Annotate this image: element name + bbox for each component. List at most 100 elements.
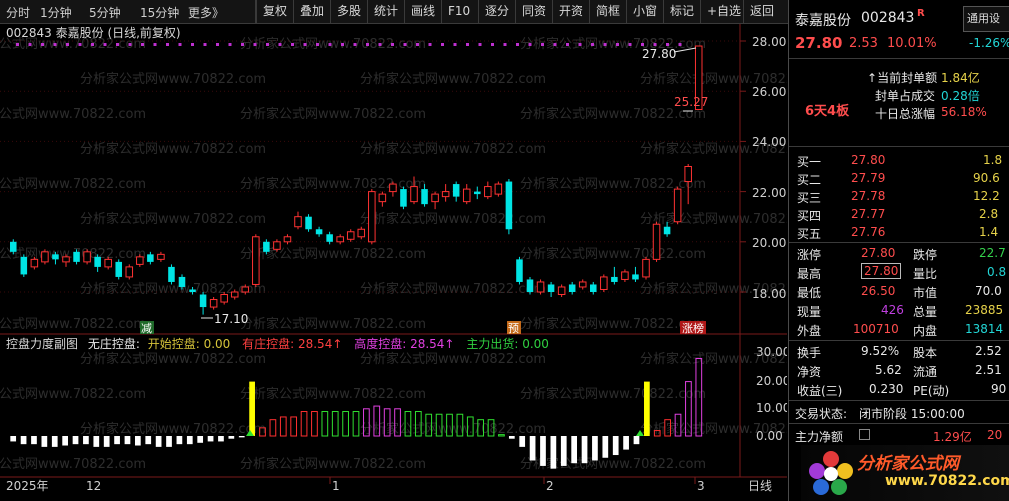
by-minute-button[interactable]: 逐分: [478, 0, 515, 23]
ind-value-distribution: 0.00: [522, 337, 549, 351]
signal-dot: [553, 43, 557, 46]
bid-4-volume: 2.8: [979, 207, 999, 221]
volume-ratio-value: 0.8: [987, 265, 1007, 279]
limit-down-value: 22.7: [979, 246, 1006, 260]
indicator-bar: [145, 436, 152, 445]
stats-button[interactable]: 统计: [367, 0, 404, 23]
divider: [789, 146, 1009, 147]
share-capital-label: 股本: [913, 346, 938, 360]
x-label-year: 2025年: [6, 479, 49, 493]
share-capital-value: 2.52: [975, 344, 1002, 358]
indicator-bar: [331, 411, 339, 437]
signal-dot: [166, 43, 169, 46]
indicator-bar: [186, 436, 193, 445]
main-net-detail-icon[interactable]: [859, 429, 870, 440]
signal-dot: [391, 43, 394, 46]
f10-button[interactable]: F10: [441, 0, 476, 23]
last-price: 27.80: [795, 34, 843, 52]
reduce-marker[interactable]: 减: [141, 322, 152, 335]
indicator-bar: [62, 436, 68, 446]
watermark-text: 分析家公式网www.70822.com: [0, 316, 146, 332]
indicator-bar: [218, 436, 224, 442]
signal-dot: [41, 43, 44, 46]
watermark-text: 分析家公式网www.70822.com: [520, 246, 706, 262]
period-more[interactable]: 更多》: [188, 4, 224, 21]
kline-chart[interactable]: 分析家公式网www.70822.com 分析家公式网www.70822.com 分析…: [0, 24, 787, 501]
watermark-text: 分析家公式网www.70822.com: [360, 281, 546, 297]
back-button[interactable]: 返回: [743, 0, 780, 23]
forecast-marker[interactable]: 预: [508, 322, 519, 335]
watermark-text: 分析家公式网www.70822.com: [360, 351, 546, 367]
stock-name: 泰嘉股份: [795, 13, 851, 29]
candle-down: [305, 216, 312, 230]
watermark-text: 分析家公式网www.70822.com: [360, 211, 546, 227]
watermark-text: 分析家公式网www.70822.com: [520, 456, 706, 472]
adjust-button[interactable]: 复权: [256, 0, 293, 23]
signal-dot: [341, 43, 344, 46]
bid-3-label: 买三: [797, 191, 822, 205]
signal-dot: [203, 43, 207, 46]
candle-up: [378, 193, 387, 203]
kline-chart-area[interactable]: 分析家公式网www.70822.com 分析家公式网www.70822.com 分析…: [0, 24, 787, 501]
candle-up: [209, 299, 218, 308]
candle-up: [673, 188, 682, 223]
indicator-bar: [612, 436, 619, 456]
indicator-bar: [10, 436, 17, 442]
bid-3-volume: 12.2: [973, 189, 1000, 203]
draw-button[interactable]: 画线: [404, 0, 441, 23]
signal-dot: [591, 43, 594, 46]
period-5min[interactable]: 5分钟: [89, 4, 121, 21]
bid-1-label: 买一: [797, 155, 822, 169]
limit-list-marker[interactable]: 涨榜: [682, 321, 704, 335]
watermark-text: 分析家公式网www.70822.com: [240, 386, 426, 402]
watermark-text: 分析家公式网www.70822.com: [80, 421, 266, 437]
indicator-bar: [72, 436, 79, 445]
site-logo: 分析家公式网 www.70822.com: [801, 445, 1009, 501]
candle-down: [178, 276, 186, 287]
period-intraday[interactable]: 分时: [6, 4, 30, 21]
watermark-text: 分析家公式网www.70822.com: [360, 71, 546, 87]
limit-up-label: 涨停: [797, 248, 822, 262]
small-window-button[interactable]: 小窗: [626, 0, 663, 23]
candle-up: [346, 231, 355, 240]
same-capital-button[interactable]: 同资: [515, 0, 552, 23]
simple-frame-button[interactable]: 简框: [589, 0, 626, 23]
y-tick-26: 26.00: [752, 85, 786, 99]
candle-down: [168, 266, 175, 282]
bid-5-price: 27.76: [851, 225, 886, 239]
prev-close-label: 25.27: [674, 95, 708, 109]
y-tick-20: 20.00: [752, 236, 786, 250]
candle-up: [600, 276, 608, 290]
candle-up: [252, 236, 260, 285]
candle-down: [147, 254, 154, 262]
candle-up: [578, 281, 587, 288]
pe-label: PE(动): [913, 384, 950, 398]
mark-button[interactable]: 标记: [663, 0, 700, 23]
open-capital-button[interactable]: 开资: [552, 0, 589, 23]
indicator-bar: [311, 411, 318, 437]
signal-dot: [378, 43, 382, 46]
bid-5-label: 买五: [797, 227, 822, 241]
candle-down: [189, 289, 196, 292]
signal-dot: [491, 43, 494, 46]
indicator-bar: [176, 436, 183, 445]
period-1min[interactable]: 1分钟: [40, 4, 72, 21]
general-settings-tab[interactable]: 通用设: [963, 6, 1009, 32]
watermark-text: 分析家公式网www.70822.com: [240, 176, 426, 192]
candle-down: [263, 241, 270, 252]
current-vol-label: 现量: [797, 305, 822, 319]
bid-4-price: 27.77: [851, 207, 886, 221]
period-15min[interactable]: 15分钟: [140, 4, 179, 21]
divider: [789, 423, 1009, 424]
candle-down: [326, 234, 333, 242]
low-price-label: 17.10: [214, 312, 248, 326]
turnover-label: 换手: [797, 346, 822, 360]
candle-down: [73, 251, 80, 262]
indicator-bar: [134, 436, 141, 446]
indicator-bar: [83, 436, 89, 445]
indicator-bar: [197, 436, 204, 443]
multi-stock-button[interactable]: 多股: [330, 0, 367, 23]
watermark-text: 分析家公式网www.70822.com: [360, 141, 546, 157]
add-watchlist-button[interactable]: +自选: [700, 0, 747, 23]
overlay-button[interactable]: 叠加: [293, 0, 330, 23]
